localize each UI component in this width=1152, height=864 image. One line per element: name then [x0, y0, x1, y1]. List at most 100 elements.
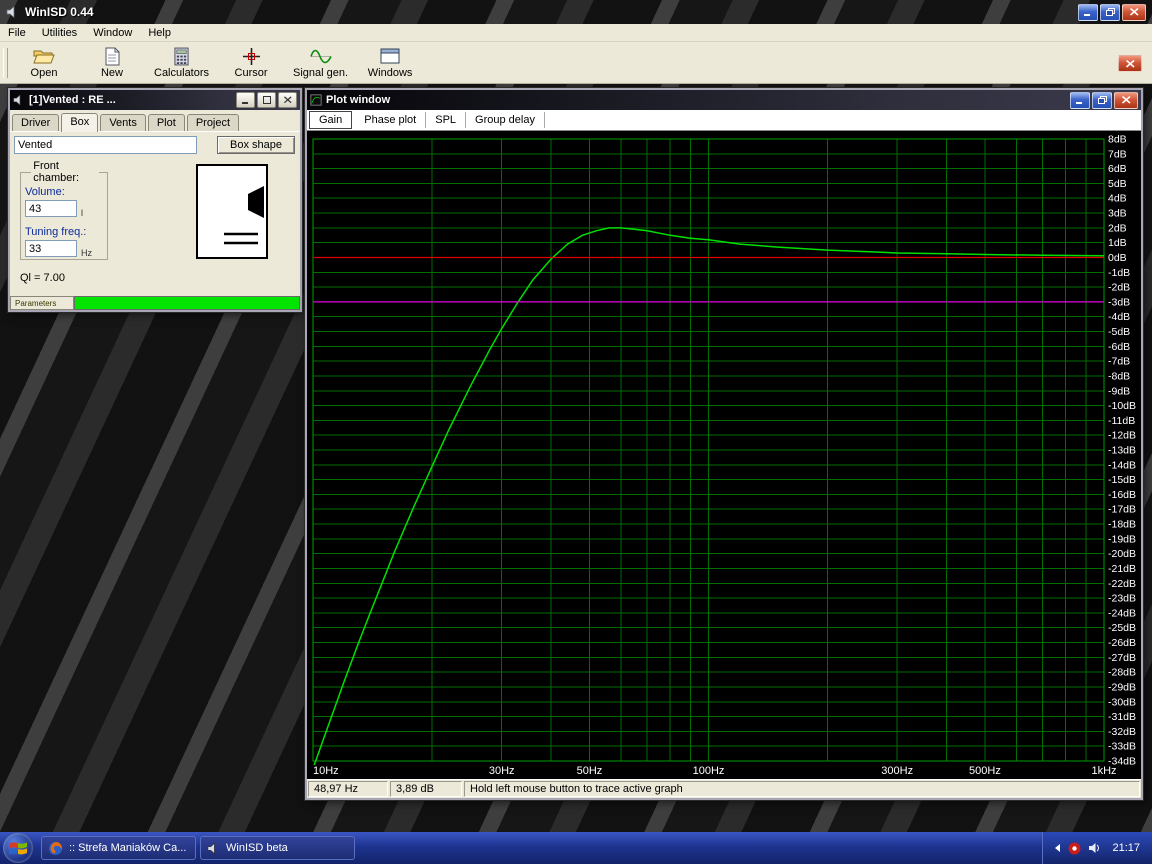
vented-window-icon: [13, 94, 25, 106]
vented-tab-project[interactable]: Project: [187, 114, 239, 131]
winisd-icon: [207, 842, 220, 855]
close-button[interactable]: [1122, 4, 1146, 21]
calculator-icon: [174, 46, 189, 66]
y-axis-label: -3dB: [1108, 296, 1130, 308]
plot-tab-gain[interactable]: Gain: [309, 111, 352, 129]
vented-window-titlebar[interactable]: [1]Vented : RE ...: [10, 90, 300, 110]
vented-tab-vents[interactable]: Vents: [100, 114, 146, 131]
sine-wave-icon: [310, 46, 332, 66]
y-axis-label: -7dB: [1108, 356, 1130, 368]
toolbar-signal-gen-button[interactable]: Signal gen.: [287, 44, 354, 81]
tuning-freq-unit: Hz: [81, 248, 92, 258]
y-axis-label: -28dB: [1108, 667, 1136, 679]
firefox-icon: [48, 841, 63, 856]
menu-file[interactable]: File: [0, 26, 34, 40]
cursor-frequency-readout: 48,97 Hz: [308, 781, 388, 797]
taskbar-task-winisd[interactable]: WinISD beta: [200, 836, 355, 860]
vented-close-button[interactable]: [278, 92, 297, 108]
toolbar-button-label: Calculators: [154, 67, 209, 79]
toolbar-calculators-button[interactable]: Calculators: [148, 44, 215, 81]
task-label: WinISD beta: [226, 842, 288, 854]
hide-tray-icons-chevron-icon[interactable]: [1053, 843, 1061, 853]
toolbar-button-label: Signal gen.: [293, 67, 348, 79]
box-shape-button[interactable]: Box shape: [217, 136, 295, 154]
app-icon: [6, 5, 20, 19]
parameters-tab[interactable]: Parameters: [10, 296, 74, 310]
y-axis-label: -34dB: [1108, 756, 1136, 768]
vented-tab-box[interactable]: Box: [61, 113, 98, 132]
taskbar-task-firefox[interactable]: :: Strefa Maniaków Ca...: [41, 836, 196, 860]
toolbar-cursor-button[interactable]: Cursor: [219, 44, 283, 81]
document-close-button[interactable]: [1118, 55, 1142, 72]
toolbar-open-button[interactable]: Open: [12, 44, 76, 81]
toolbar-button-label: New: [101, 67, 123, 79]
vented-maximize-button[interactable]: [257, 92, 276, 108]
tuning-freq-input[interactable]: [25, 240, 77, 257]
y-axis-label: -11dB: [1108, 415, 1135, 427]
box-type-input[interactable]: [14, 136, 197, 154]
taskbar-clock[interactable]: 21:17: [1112, 842, 1140, 854]
minimize-button[interactable]: [1078, 4, 1098, 21]
y-axis-label: -20dB: [1108, 548, 1136, 560]
volume-unit: l: [81, 208, 83, 218]
parameters-progress-bar: [74, 296, 300, 310]
plot-close-button[interactable]: [1114, 92, 1138, 109]
start-button[interactable]: [3, 833, 33, 863]
y-axis-label: -27dB: [1108, 652, 1136, 664]
y-axis-label: -1dB: [1108, 267, 1130, 279]
menu-help[interactable]: Help: [140, 26, 179, 40]
restore-button[interactable]: [1100, 4, 1120, 21]
menu-utilities[interactable]: Utilities: [34, 26, 85, 40]
cursor-level-readout: 3,89 dB: [390, 781, 462, 797]
gain-plot-area[interactable]: 10Hz30Hz50Hz100Hz300Hz500Hz1kHz8dB7dB6dB…: [307, 131, 1141, 779]
y-axis-label: -26dB: [1108, 637, 1136, 649]
y-axis-label: -12dB: [1108, 430, 1136, 442]
y-axis-label: -22dB: [1108, 578, 1136, 590]
y-axis-label: -18dB: [1108, 519, 1136, 531]
y-axis-label: -14dB: [1108, 459, 1136, 471]
y-axis-label: -29dB: [1108, 681, 1136, 693]
speaker-box-diagram: [198, 166, 266, 257]
toolbar-windows-button[interactable]: Windows: [358, 44, 422, 81]
vented-tab-driver[interactable]: Driver: [12, 114, 59, 131]
antivirus-tray-icon[interactable]: [1068, 842, 1081, 855]
y-axis-label: 3dB: [1108, 208, 1127, 220]
task-label: :: Strefa Maniaków Ca...: [69, 842, 186, 854]
plot-tab-phase-plot[interactable]: Phase plot: [355, 112, 426, 128]
status-hint: Hold left mouse button to trace active g…: [464, 781, 1140, 797]
y-axis-label: -24dB: [1108, 607, 1136, 619]
gain-plot[interactable]: 10Hz30Hz50Hz100Hz300Hz500Hz1kHz8dB7dB6dB…: [307, 131, 1141, 779]
plot-window-titlebar[interactable]: Plot window: [307, 90, 1141, 110]
y-axis-label: -17dB: [1108, 504, 1136, 516]
vented-tab-plot[interactable]: Plot: [148, 114, 185, 131]
menu-bar: FileUtilitiesWindowHelp: [0, 24, 1152, 42]
plot-minimize-button[interactable]: [1070, 92, 1090, 109]
toolbar-new-button[interactable]: New: [80, 44, 144, 81]
x-axis-label: 30Hz: [489, 765, 515, 777]
volume-tray-icon[interactable]: [1088, 842, 1101, 854]
y-axis-label: 8dB: [1108, 134, 1127, 146]
vented-box-panel: Box shape Front chamber: Volume: l Tunin…: [10, 132, 300, 296]
y-axis-label: 0dB: [1108, 252, 1127, 264]
toolbar-grip: [3, 48, 8, 78]
new-document-icon: [105, 46, 120, 66]
plot-tab-group-delay[interactable]: Group delay: [466, 112, 545, 128]
volume-label: Volume:: [25, 186, 65, 198]
plot-window-title: Plot window: [326, 94, 1068, 106]
plot-restore-button[interactable]: [1092, 92, 1112, 109]
volume-input[interactable]: [25, 200, 77, 217]
app-titlebar: WinISD 0.44: [0, 0, 1152, 24]
menu-window[interactable]: Window: [85, 26, 140, 40]
plot-tab-spl[interactable]: SPL: [426, 112, 466, 128]
y-axis-label: 6dB: [1108, 163, 1127, 175]
y-axis-label: 2dB: [1108, 222, 1127, 234]
y-axis-label: -23dB: [1108, 593, 1136, 605]
y-axis-label: -19dB: [1108, 533, 1136, 545]
vented-minimize-button[interactable]: [236, 92, 255, 108]
y-axis-label: -5dB: [1108, 326, 1130, 338]
vented-tabstrip: DriverBoxVentsPlotProject: [10, 110, 300, 132]
tuning-freq-label: Tuning freq.:: [25, 226, 86, 238]
y-axis-label: -30dB: [1108, 696, 1136, 708]
x-axis-label: 300Hz: [881, 765, 913, 777]
x-axis-label: 500Hz: [969, 765, 1001, 777]
